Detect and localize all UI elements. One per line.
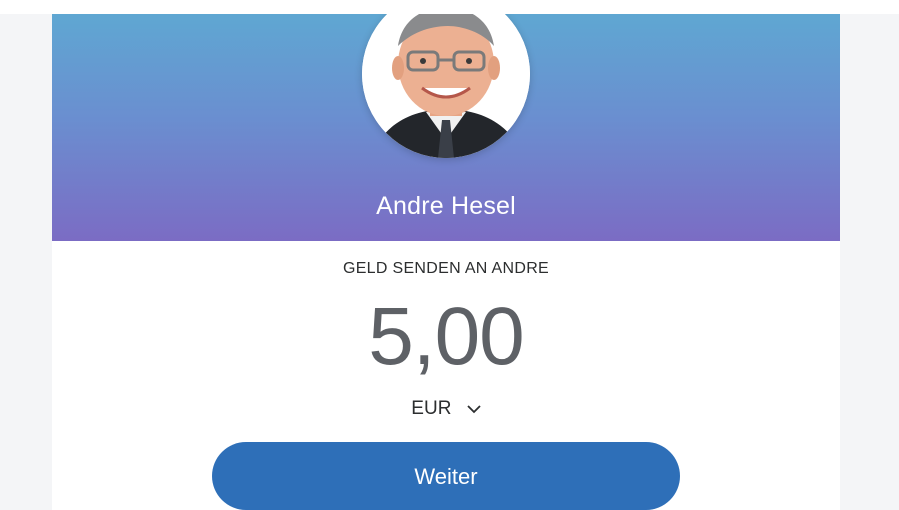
continue-button[interactable]: Weiter bbox=[212, 442, 680, 510]
chevron-down-icon bbox=[467, 398, 481, 420]
send-to-label: GELD SENDEN AN ANDRE bbox=[342, 260, 550, 277]
send-money-card: Andre Hesel GELD SENDEN AN ANDRE 5,00 EU… bbox=[52, 14, 840, 510]
recipient-header: Andre Hesel bbox=[52, 14, 840, 241]
currency-code: EUR bbox=[411, 398, 452, 420]
recipient-avatar bbox=[362, 14, 530, 158]
currency-selector[interactable]: EUR bbox=[52, 398, 840, 420]
top-strip bbox=[0, 0, 899, 14]
amount-input[interactable]: 5,00 bbox=[52, 292, 840, 382]
avatar-photo-icon bbox=[362, 14, 530, 158]
recipient-name: Andre Hesel bbox=[376, 192, 516, 220]
